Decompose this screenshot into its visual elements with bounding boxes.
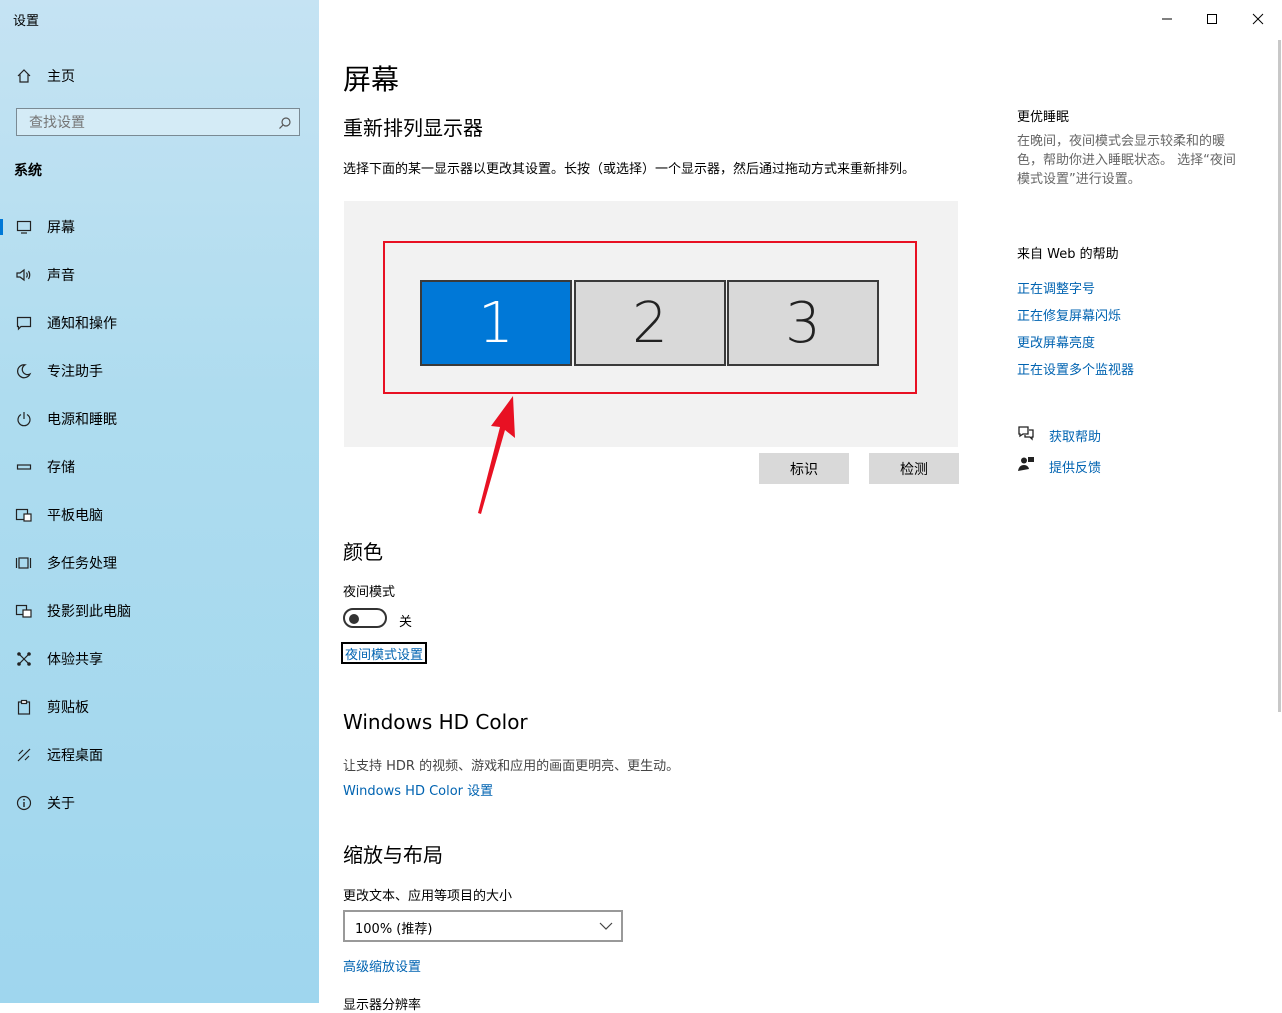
share-icon [14,649,34,669]
sidebar-item-label: 剪贴板 [47,700,89,716]
annotation-arrow [478,396,515,514]
monitor-3[interactable]: 3 [727,280,879,366]
sidebar-item-label: 屏幕 [47,220,75,236]
project-icon [14,601,34,621]
sidebar-item-notifications[interactable]: 通知和操作 [0,303,319,343]
resolution-label: 显示器分辨率 [343,998,422,1013]
arrange-heading: 重新排列显示器 [343,116,483,140]
color-heading: 颜色 [343,540,383,564]
storage-icon [14,457,34,477]
sidebar-item-label: 电源和睡眠 [47,412,117,428]
sidebar-item-label: 平板电脑 [47,508,103,524]
toggle-knob [349,614,359,624]
sidebar: 设置 主页 系统 屏幕 声音 通知和操作 专注助手 [0,0,319,1003]
minimize-icon [1162,18,1172,20]
sleep-text-line: 色，帮助你进入睡眠状态。 选择“夜间 [1017,153,1236,168]
sidebar-item-label: 多任务处理 [47,556,117,572]
sidebar-item-project[interactable]: 投影到此电脑 [0,591,319,631]
sleep-heading: 更优睡眠 [1017,110,1070,125]
maximize-button[interactable] [1189,0,1235,38]
help-link[interactable]: 正在调整字号 [1017,278,1095,297]
scrollbar[interactable] [1278,40,1281,712]
identify-button[interactable]: 标识 [759,453,849,484]
get-help-link[interactable]: 获取帮助 [1049,426,1101,445]
scale-dropdown[interactable]: 100% (推荐) [343,910,623,942]
app-title: 设置 [13,14,40,29]
home-icon [14,66,34,86]
sidebar-item-label: 存储 [47,460,75,476]
sidebar-item-label: 远程桌面 [47,748,103,764]
close-icon [1252,13,1264,25]
sidebar-item-label: 关于 [47,796,75,812]
sidebar-item-display[interactable]: 屏幕 [0,207,319,247]
monitor-icon [14,217,34,237]
sidebar-item-focus-assist[interactable]: 专注助手 [0,351,319,391]
sidebar-item-remote-desktop[interactable]: 远程桌面 [0,735,319,775]
hdr-settings-link[interactable]: Windows HD Color 设置 [343,780,493,799]
arrange-description: 选择下面的某一显示器以更改其设置。长按（或选择）一个显示器，然后通过拖动方式来重… [343,162,916,177]
sidebar-item-multitasking[interactable]: 多任务处理 [0,543,319,583]
scale-heading: 缩放与布局 [343,843,443,867]
info-icon [14,793,34,813]
chevron-down-icon [599,922,613,930]
night-mode-toggle[interactable] [343,608,387,628]
sidebar-item-about[interactable]: 关于 [0,783,319,823]
sidebar-item-shared-experiences[interactable]: 体验共享 [0,639,319,679]
feedback-link[interactable]: 提供反馈 [1049,457,1101,476]
sleep-text-line: 在晚间，夜间模式会显示较柔和的暖 [1017,134,1226,149]
main-content: 屏幕 重新排列显示器 选择下面的某一显示器以更改其设置。长按（或选择）一个显示器… [319,0,1282,1013]
advanced-scaling-link[interactable]: 高级缩放设置 [343,956,421,975]
power-icon [14,409,34,429]
hdr-heading: Windows HD Color [343,710,528,734]
sidebar-item-label: 通知和操作 [47,316,117,332]
sidebar-item-tablet[interactable]: 平板电脑 [0,495,319,535]
monitor-1[interactable]: 1 [420,280,572,366]
sidebar-item-label: 主页 [47,69,75,85]
sidebar-item-clipboard[interactable]: 剪贴板 [0,687,319,727]
close-button[interactable] [1235,0,1281,38]
chat-help-icon [1018,426,1034,441]
help-link[interactable]: 正在修复屏幕闪烁 [1017,305,1121,324]
section-label: 系统 [14,163,42,179]
hdr-description: 让支持 HDR 的视频、游戏和应用的画面更明亮、更生动。 [343,759,680,774]
scale-size-label: 更改文本、应用等项目的大小 [343,889,513,904]
sidebar-item-sound[interactable]: 声音 [0,255,319,295]
sidebar-item-home[interactable]: 主页 [0,56,319,96]
moon-icon [14,361,34,381]
search-input[interactable] [27,112,271,134]
search-icon[interactable] [278,115,292,134]
remote-desktop-icon [14,745,34,765]
page-title: 屏幕 [343,63,400,96]
sidebar-item-label: 声音 [47,268,75,284]
sidebar-item-label: 体验共享 [47,652,103,668]
maximize-icon [1207,14,1217,24]
help-link[interactable]: 更改屏幕亮度 [1017,332,1095,351]
night-mode-settings-link[interactable]: 夜间模式设置 [341,642,428,664]
notification-icon [14,313,34,333]
monitor-2[interactable]: 2 [574,280,726,366]
sidebar-item-label: 专注助手 [47,364,103,380]
clipboard-icon [14,697,34,717]
sidebar-item-storage[interactable]: 存储 [0,447,319,487]
sleep-text-line: 模式设置”进行设置。 [1017,172,1141,187]
toggle-state-label: 关 [399,615,413,630]
multitask-icon [14,553,34,573]
sidebar-item-power[interactable]: 电源和睡眠 [0,399,319,439]
tablet-icon [14,505,34,525]
detect-button[interactable]: 检测 [869,453,959,484]
search-box[interactable] [16,108,300,136]
minimize-button[interactable] [1144,0,1190,38]
feedback-icon [1018,457,1034,471]
help-link[interactable]: 正在设置多个监视器 [1017,359,1134,378]
web-help-heading: 来自 Web 的帮助 [1017,247,1119,262]
speaker-icon [14,265,34,285]
sidebar-item-label: 投影到此电脑 [47,604,131,620]
scale-dropdown-value: 100% (推荐) [355,922,433,937]
night-mode-label: 夜间模式 [343,585,396,600]
